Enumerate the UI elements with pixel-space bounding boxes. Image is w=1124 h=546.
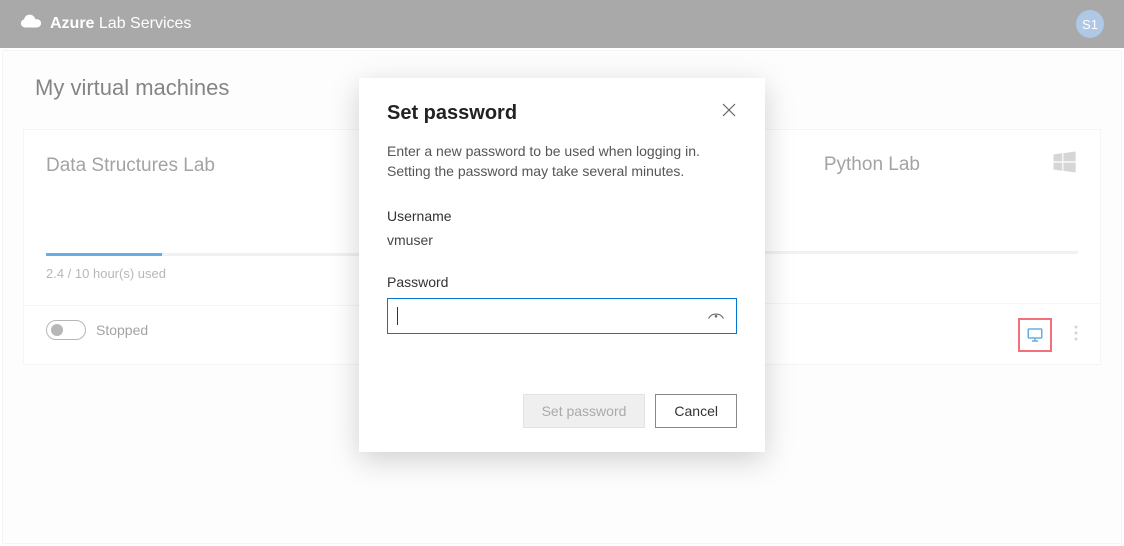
password-input[interactable] [387, 298, 737, 334]
close-icon[interactable] [721, 102, 737, 118]
cancel-button[interactable]: Cancel [655, 394, 737, 428]
text-cursor [397, 307, 398, 325]
set-password-button[interactable]: Set password [523, 394, 646, 428]
modal-overlay: Set password Enter a new password to be … [0, 0, 1124, 546]
set-password-dialog: Set password Enter a new password to be … [359, 78, 765, 452]
dialog-description: Enter a new password to be used when log… [387, 141, 737, 182]
password-label: Password [387, 274, 737, 290]
username-value: vmuser [387, 232, 737, 248]
reveal-password-icon[interactable] [707, 307, 725, 325]
username-label: Username [387, 208, 737, 224]
dialog-title: Set password [387, 102, 517, 125]
